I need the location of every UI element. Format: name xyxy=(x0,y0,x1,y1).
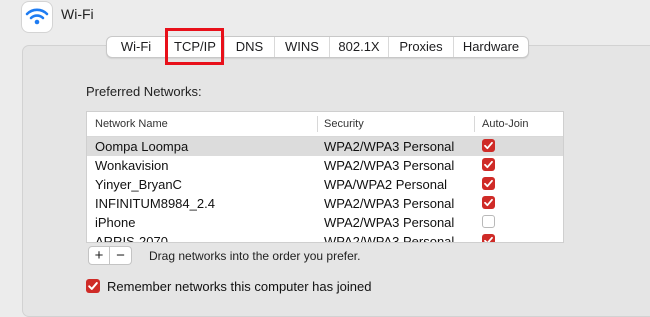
list-edit-controls: + − xyxy=(88,246,132,265)
remember-networks-label: Remember networks this computer has join… xyxy=(107,279,372,294)
auto-join-checkbox[interactable] xyxy=(482,158,495,171)
window-title: Wi-Fi xyxy=(61,6,94,22)
table-row[interactable]: ARRIS-2070 WPA2/WPA3 Personal xyxy=(87,232,563,243)
auto-join-checkbox[interactable] xyxy=(482,177,495,190)
auto-join-checkbox[interactable] xyxy=(482,139,495,152)
table-row[interactable]: INFINITUM8984_2.4 WPA2/WPA3 Personal xyxy=(87,194,563,213)
network-security: WPA2/WPA3 Personal xyxy=(324,158,455,173)
tab-wins[interactable]: WINS xyxy=(274,37,329,57)
network-security: WPA2/WPA3 Personal xyxy=(324,139,455,154)
table-row[interactable]: Oompa Loompa WPA2/WPA3 Personal xyxy=(87,137,563,156)
preferred-networks-table[interactable]: Network Name Security Auto-Join Oompa Lo… xyxy=(86,111,564,243)
auto-join-checkbox[interactable] xyxy=(482,215,495,228)
tab-8021x[interactable]: 802.1X xyxy=(329,37,388,57)
column-divider xyxy=(317,116,318,132)
tab-dns[interactable]: DNS xyxy=(224,37,274,57)
auto-join-checkbox[interactable] xyxy=(482,196,495,209)
column-security[interactable]: Security xyxy=(324,118,364,130)
network-name: INFINITUM8984_2.4 xyxy=(95,196,215,211)
tab-wifi[interactable]: Wi-Fi xyxy=(107,37,165,57)
network-name: Wonkavision xyxy=(95,158,169,173)
column-auto-join[interactable]: Auto-Join xyxy=(482,118,528,130)
drag-hint-text: Drag networks into the order you prefer. xyxy=(149,249,361,263)
tab-hardware[interactable]: Hardware xyxy=(453,37,528,57)
network-name: iPhone xyxy=(95,215,136,230)
add-network-button[interactable]: + xyxy=(88,246,110,265)
tcpip-highlight-box xyxy=(165,28,224,65)
remove-network-button[interactable]: − xyxy=(110,246,132,265)
network-name: Oompa Loompa xyxy=(95,139,189,154)
table-row[interactable]: iPhone WPA2/WPA3 Personal xyxy=(87,213,563,232)
column-network-name[interactable]: Network Name xyxy=(95,118,168,130)
network-security: WPA2/WPA3 Personal xyxy=(324,196,455,211)
network-security: WPA2/WPA3 Personal xyxy=(324,234,455,243)
title-bar: Wi-Fi xyxy=(0,0,650,34)
network-name: ARRIS-2070 xyxy=(95,234,168,243)
network-name: Yinyer_BryanC xyxy=(95,177,182,192)
remember-networks-checkbox[interactable] xyxy=(86,279,100,293)
tab-proxies[interactable]: Proxies xyxy=(388,37,453,57)
preferred-networks-label: Preferred Networks: xyxy=(86,84,202,99)
table-row[interactable]: Yinyer_BryanC WPA/WPA2 Personal xyxy=(87,175,563,194)
column-divider xyxy=(474,116,475,132)
network-security: WPA/WPA2 Personal xyxy=(324,177,448,192)
auto-join-checkbox[interactable] xyxy=(482,234,495,242)
wifi-icon xyxy=(22,2,52,32)
network-security: WPA2/WPA3 Personal xyxy=(324,215,455,230)
table-row[interactable]: Wonkavision WPA2/WPA3 Personal xyxy=(87,156,563,175)
table-header: Network Name Security Auto-Join xyxy=(87,112,563,137)
